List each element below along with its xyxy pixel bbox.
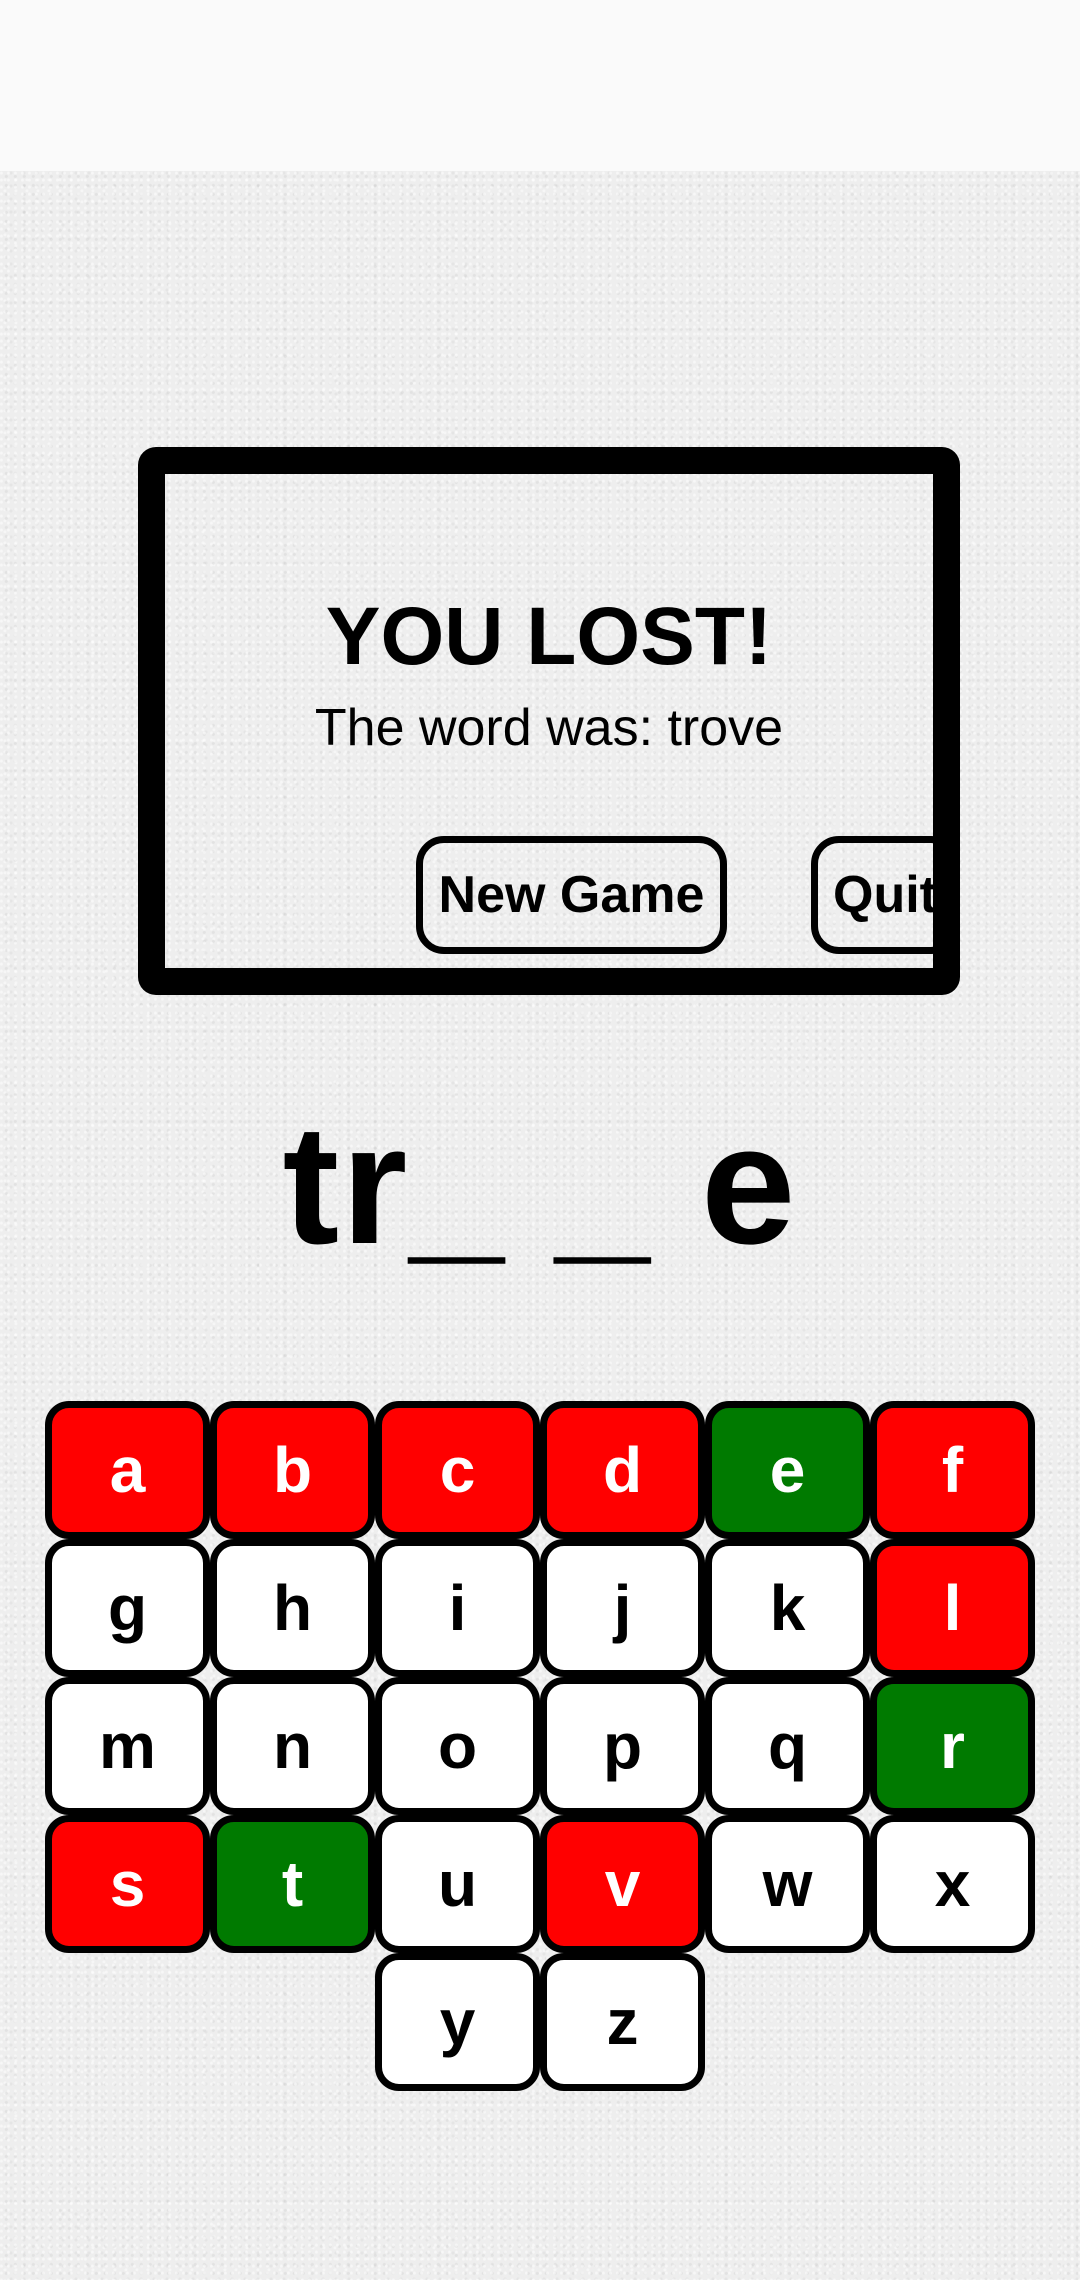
- word-display: tr_ _ e: [282, 1090, 798, 1280]
- keyboard-row: ghijkl: [44, 1539, 1036, 1677]
- keyboard-row: abcdef: [44, 1401, 1036, 1539]
- keyboard-row: mnopqr: [44, 1677, 1036, 1815]
- new-game-button[interactable]: New Game: [416, 836, 727, 954]
- key-l[interactable]: l: [870, 1539, 1035, 1677]
- key-o[interactable]: o: [375, 1677, 540, 1815]
- key-z[interactable]: z: [540, 1953, 705, 2091]
- key-d[interactable]: d: [540, 1401, 705, 1539]
- key-c[interactable]: c: [375, 1401, 540, 1539]
- key-b[interactable]: b: [210, 1401, 375, 1539]
- key-v[interactable]: v: [540, 1815, 705, 1953]
- key-u[interactable]: u: [375, 1815, 540, 1953]
- dialog-message: The word was: trove: [314, 699, 784, 757]
- key-x[interactable]: x: [870, 1815, 1035, 1953]
- keyboard-row: yz: [44, 1953, 1036, 2091]
- key-p[interactable]: p: [540, 1677, 705, 1815]
- key-j[interactable]: j: [540, 1539, 705, 1677]
- key-w[interactable]: w: [705, 1815, 870, 1953]
- key-r[interactable]: r: [870, 1677, 1035, 1815]
- letter-keyboard: abcdefghijklmnopqrstuvwxyz: [44, 1401, 1036, 2091]
- dialog-title: YOU LOST!: [325, 591, 773, 682]
- key-n[interactable]: n: [210, 1677, 375, 1815]
- key-i[interactable]: i: [375, 1539, 540, 1677]
- key-k[interactable]: k: [705, 1539, 870, 1677]
- key-g[interactable]: g: [45, 1539, 210, 1677]
- key-s[interactable]: s: [45, 1815, 210, 1953]
- keyboard-row: stuvwx: [44, 1815, 1036, 1953]
- key-m[interactable]: m: [45, 1677, 210, 1815]
- quit-button[interactable]: Quit: [811, 836, 959, 954]
- key-y[interactable]: y: [375, 1953, 540, 2091]
- key-e[interactable]: e: [705, 1401, 870, 1539]
- key-h[interactable]: h: [210, 1539, 375, 1677]
- key-t[interactable]: t: [210, 1815, 375, 1953]
- status-bar-area: [0, 0, 1080, 171]
- key-a[interactable]: a: [45, 1401, 210, 1539]
- game-over-dialog: YOU LOST! The word was: trove New Game Q…: [138, 447, 960, 995]
- key-f[interactable]: f: [870, 1401, 1035, 1539]
- key-q[interactable]: q: [705, 1677, 870, 1815]
